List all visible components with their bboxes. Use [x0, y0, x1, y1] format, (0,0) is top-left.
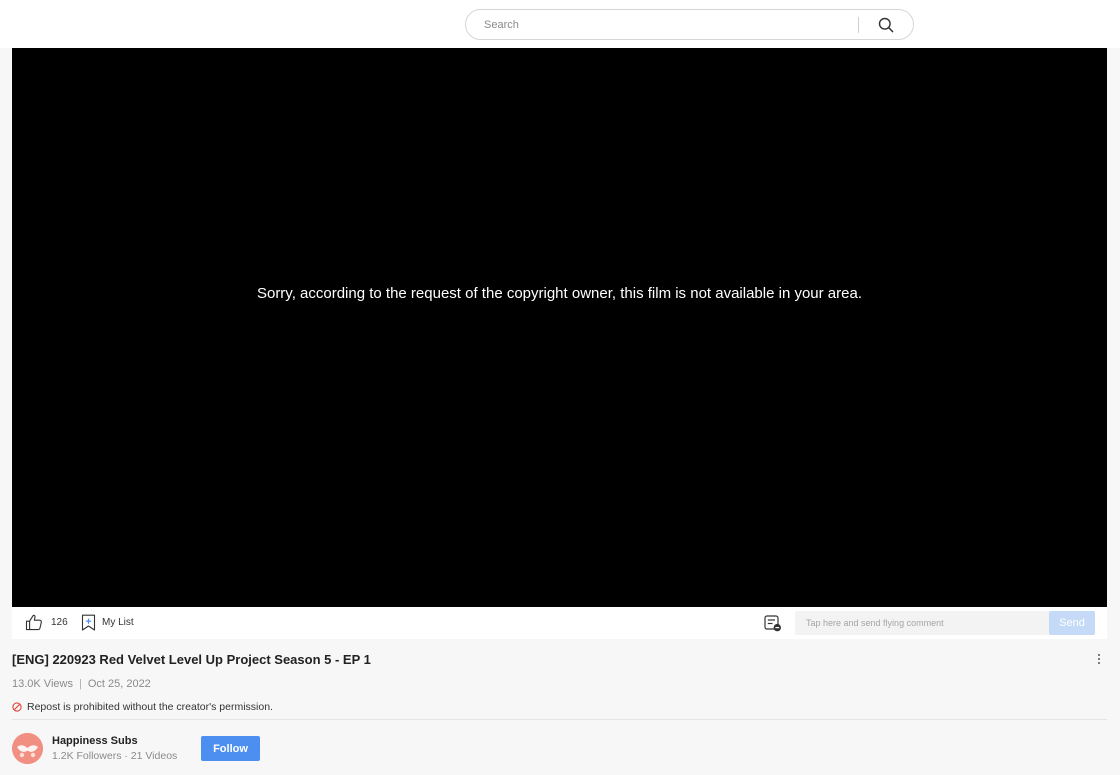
section-divider: [12, 719, 1107, 720]
thumbs-up-icon: [25, 614, 42, 631]
danmaku-toggle[interactable]: [764, 615, 782, 632]
more-options-button[interactable]: [1094, 652, 1104, 666]
my-list-label: My List: [102, 617, 134, 628]
meta-separator: |: [78, 678, 82, 690]
top-bar: [0, 0, 1120, 48]
search-button[interactable]: [874, 14, 898, 36]
repost-notice-text: Repost is prohibited without the creator…: [27, 701, 273, 713]
video-player[interactable]: Sorry, according to the request of the c…: [12, 48, 1107, 607]
follow-button[interactable]: Follow: [201, 736, 260, 761]
unavailable-message: Sorry, according to the request of the c…: [256, 285, 863, 302]
view-count: 13.0K Views: [12, 678, 73, 690]
action-bar: 126 My List Send: [12, 607, 1107, 639]
prohibited-icon: [12, 702, 22, 712]
my-list-button[interactable]: My List: [81, 614, 134, 631]
channel-name[interactable]: Happiness Subs: [52, 735, 138, 747]
search-input[interactable]: [484, 16, 854, 34]
search-divider: [858, 17, 859, 33]
channel-avatar[interactable]: [12, 733, 43, 764]
video-title: [ENG] 220923 Red Velvet Level Up Project…: [12, 652, 371, 667]
send-button[interactable]: Send: [1049, 611, 1095, 635]
like-count: 126: [51, 617, 68, 628]
repost-notice: Repost is prohibited without the creator…: [12, 701, 273, 713]
like-button[interactable]: 126: [25, 614, 68, 631]
more-vertical-icon: [1098, 654, 1100, 664]
flying-comment-input[interactable]: [795, 611, 1049, 635]
bookmark-add-icon: [81, 614, 96, 631]
video-meta: 13.0K Views | Oct 25, 2022: [12, 678, 151, 690]
search-box: [465, 9, 914, 40]
danmaku-toggle-icon: [764, 615, 781, 632]
upload-date: Oct 25, 2022: [87, 678, 151, 690]
channel-stats: 1.2K Followers · 21 Videos: [52, 750, 178, 762]
search-icon: [878, 17, 894, 33]
avatar-image: [12, 733, 43, 764]
